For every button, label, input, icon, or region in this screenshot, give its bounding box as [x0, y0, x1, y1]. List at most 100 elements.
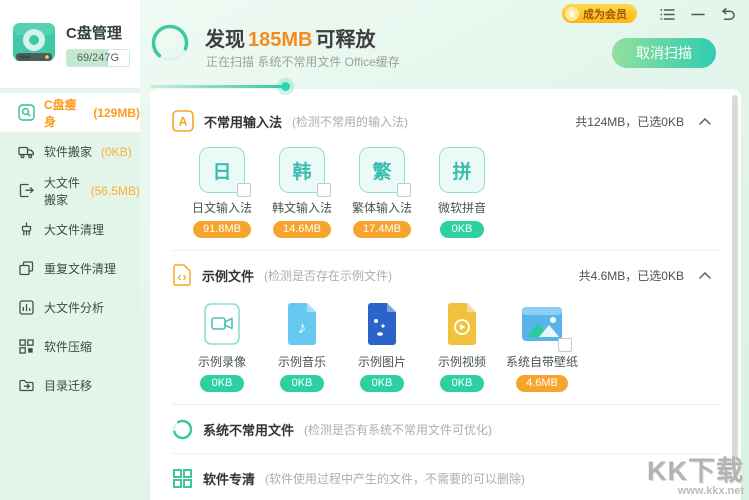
- section-system-files-header: 系统不常用文件 (检测是否有系统不常用文件可优化): [172, 405, 719, 453]
- chevron-up-icon[interactable]: [699, 272, 711, 279]
- sidebar-item-large-file-move[interactable]: 大文件搬家(56.5MB): [0, 171, 140, 210]
- scan-progress-bar: [150, 85, 741, 88]
- section-title: 不常用输入法: [204, 112, 282, 131]
- korean-ime-icon: 韩: [279, 147, 325, 193]
- folder-move-icon: [18, 377, 35, 394]
- loading-circle-icon: [172, 419, 193, 440]
- scan-progress-dot: [281, 82, 290, 91]
- sidebar-item-large-file-clean[interactable]: 大文件清理: [0, 210, 140, 249]
- cleanup-item[interactable]: 韩 韩文输入法 14.6MB: [262, 147, 342, 238]
- app-brand: C盘管理 69/247G: [0, 0, 140, 88]
- app-title: C盘管理: [66, 22, 130, 43]
- watermark-logo: KK下载: [647, 457, 744, 485]
- sidebar: C盘瘦身 (129MB) 软件搬家(0KB) 大文件搬家(56.5MB): [0, 88, 140, 500]
- cleanup-item[interactable]: 示例视频 0KB: [422, 301, 502, 392]
- content-panel: A 不常用输入法 (检测不常用的输入法) 共124MB，已选0KB 日 日文输入…: [150, 89, 741, 500]
- item-checkbox[interactable]: [317, 183, 331, 197]
- minimize-icon[interactable]: [689, 6, 706, 23]
- scrollbar-thumb[interactable]: [732, 95, 738, 463]
- section-sample-files-header: 示例文件 (检测是否存在示例文件) 共4.6MB，已选0KB: [172, 251, 719, 299]
- chevron-up-icon[interactable]: [699, 118, 711, 125]
- watermark-url: www.kkx.net: [647, 485, 744, 497]
- sample-picture-icon: [359, 301, 405, 347]
- scan-progress-fill: [150, 85, 286, 88]
- section-software-clean-header: 软件专清 (软件使用过程中产生的文件，不需要的可以删除): [172, 454, 719, 500]
- cleanup-item[interactable]: 示例录像 0KB: [182, 301, 262, 392]
- sample-movie-icon: [439, 301, 485, 347]
- traditional-ime-icon: 繁: [359, 147, 405, 193]
- sample-file-icon: [172, 264, 192, 286]
- section-title: 示例文件: [202, 266, 254, 285]
- wallpaper-icon: [519, 301, 565, 347]
- cleanup-item[interactable]: ♪ 示例音乐 0KB: [262, 301, 342, 392]
- sample-music-icon: ♪: [279, 301, 325, 347]
- section-hint: (检测不常用的输入法): [292, 113, 408, 130]
- scan-headline: 发现185MB可释放: [205, 23, 375, 52]
- section-hint: (检测是否有系统不常用文件可优化): [304, 421, 492, 438]
- member-badge-label: 成为会员: [583, 6, 627, 22]
- scan-status: 正在扫描 系统不常用文件 Office缓存: [206, 53, 400, 70]
- disk-usage-meter: 69/247G: [66, 49, 130, 67]
- undo-icon[interactable]: [719, 6, 736, 23]
- cleanup-item[interactable]: 系统自带壁纸 4.6MB: [502, 301, 582, 392]
- input-method-items: 日 日文输入法 91.8MB 韩 韩文输入法 14.6MB 繁 繁体: [172, 147, 719, 238]
- input-method-icon: A: [172, 110, 194, 132]
- item-checkbox[interactable]: [558, 338, 572, 352]
- watermark: KK下载 www.kkx.net: [647, 457, 744, 497]
- sample-file-items: 示例录像 0KB ♪ 示例音乐 0KB: [172, 301, 719, 392]
- reclaimable-size: 185MB: [248, 29, 312, 51]
- scan-spinner-icon: [150, 23, 190, 68]
- section-hint: (检测是否存在示例文件): [264, 267, 392, 284]
- sidebar-item-software-move[interactable]: 软件搬家(0KB): [0, 132, 140, 171]
- sidebar-item-software-compress[interactable]: 软件压缩: [0, 327, 140, 366]
- size-badge: 14.6MB: [273, 221, 331, 238]
- size-badge: 0KB: [200, 375, 244, 392]
- member-badge[interactable]: ♛ 成为会员: [562, 4, 637, 23]
- size-badge: 4.6MB: [516, 375, 568, 392]
- size-badge: 0KB: [440, 221, 484, 238]
- section-input-methods-header: A 不常用输入法 (检测不常用的输入法) 共124MB，已选0KB: [172, 97, 719, 145]
- cleanup-item[interactable]: 示例图片 0KB: [342, 301, 422, 392]
- section-summary: 共124MB，已选0KB: [575, 113, 684, 130]
- sidebar-item-large-file-analyze[interactable]: 大文件分析: [0, 288, 140, 327]
- size-badge: 0KB: [440, 375, 484, 392]
- cleanup-item[interactable]: 拼 微软拼音 0KB: [422, 147, 502, 238]
- cleanup-item[interactable]: 繁 繁体输入法 17.4MB: [342, 147, 422, 238]
- size-badge: 0KB: [360, 375, 404, 392]
- bar-chart-icon: [18, 299, 35, 316]
- section-title: 软件专清: [203, 469, 255, 488]
- cancel-scan-button[interactable]: 取消扫描: [612, 38, 716, 68]
- grid-icon: [18, 338, 35, 355]
- size-badge: 91.8MB: [193, 221, 251, 238]
- crown-icon: ♛: [565, 7, 579, 21]
- section-title: 系统不常用文件: [203, 420, 294, 439]
- svg-text:♪: ♪: [298, 318, 307, 337]
- disk-icon: [10, 21, 58, 67]
- sidebar-item-directory-migrate[interactable]: 目录迁移: [0, 366, 140, 405]
- menu-icon[interactable]: [659, 6, 676, 23]
- sample-video-icon: [199, 301, 245, 347]
- item-checkbox[interactable]: [237, 183, 251, 197]
- japanese-ime-icon: 日: [199, 147, 245, 193]
- size-badge: 17.4MB: [353, 221, 411, 238]
- cleanup-item[interactable]: 日 日文输入法 91.8MB: [182, 147, 262, 238]
- truck-icon: [18, 143, 35, 160]
- pinyin-ime-icon: 拼: [439, 147, 485, 193]
- svg-text:A: A: [179, 115, 188, 129]
- software-clean-icon: [172, 468, 193, 489]
- sidebar-item-size: (129MB): [93, 106, 140, 120]
- sidebar-item-duplicate-clean[interactable]: 重复文件清理: [0, 249, 140, 288]
- copy-icon: [18, 260, 35, 277]
- app-window: C盘管理 69/247G C盘瘦身 (129MB): [0, 0, 749, 500]
- broom-icon: [18, 221, 35, 238]
- sidebar-item-c-drive-slim[interactable]: C盘瘦身 (129MB): [0, 93, 140, 132]
- sidebar-item-label: C盘瘦身: [44, 96, 84, 130]
- search-icon: [18, 104, 35, 121]
- file-move-icon: [18, 182, 35, 199]
- size-badge: 0KB: [280, 375, 324, 392]
- disk-usage-label: 69/247G: [67, 50, 129, 66]
- section-hint: (软件使用过程中产生的文件，不需要的可以删除): [265, 470, 525, 487]
- window-controls: [659, 6, 736, 23]
- item-checkbox[interactable]: [397, 183, 411, 197]
- section-summary: 共4.6MB，已选0KB: [579, 267, 684, 284]
